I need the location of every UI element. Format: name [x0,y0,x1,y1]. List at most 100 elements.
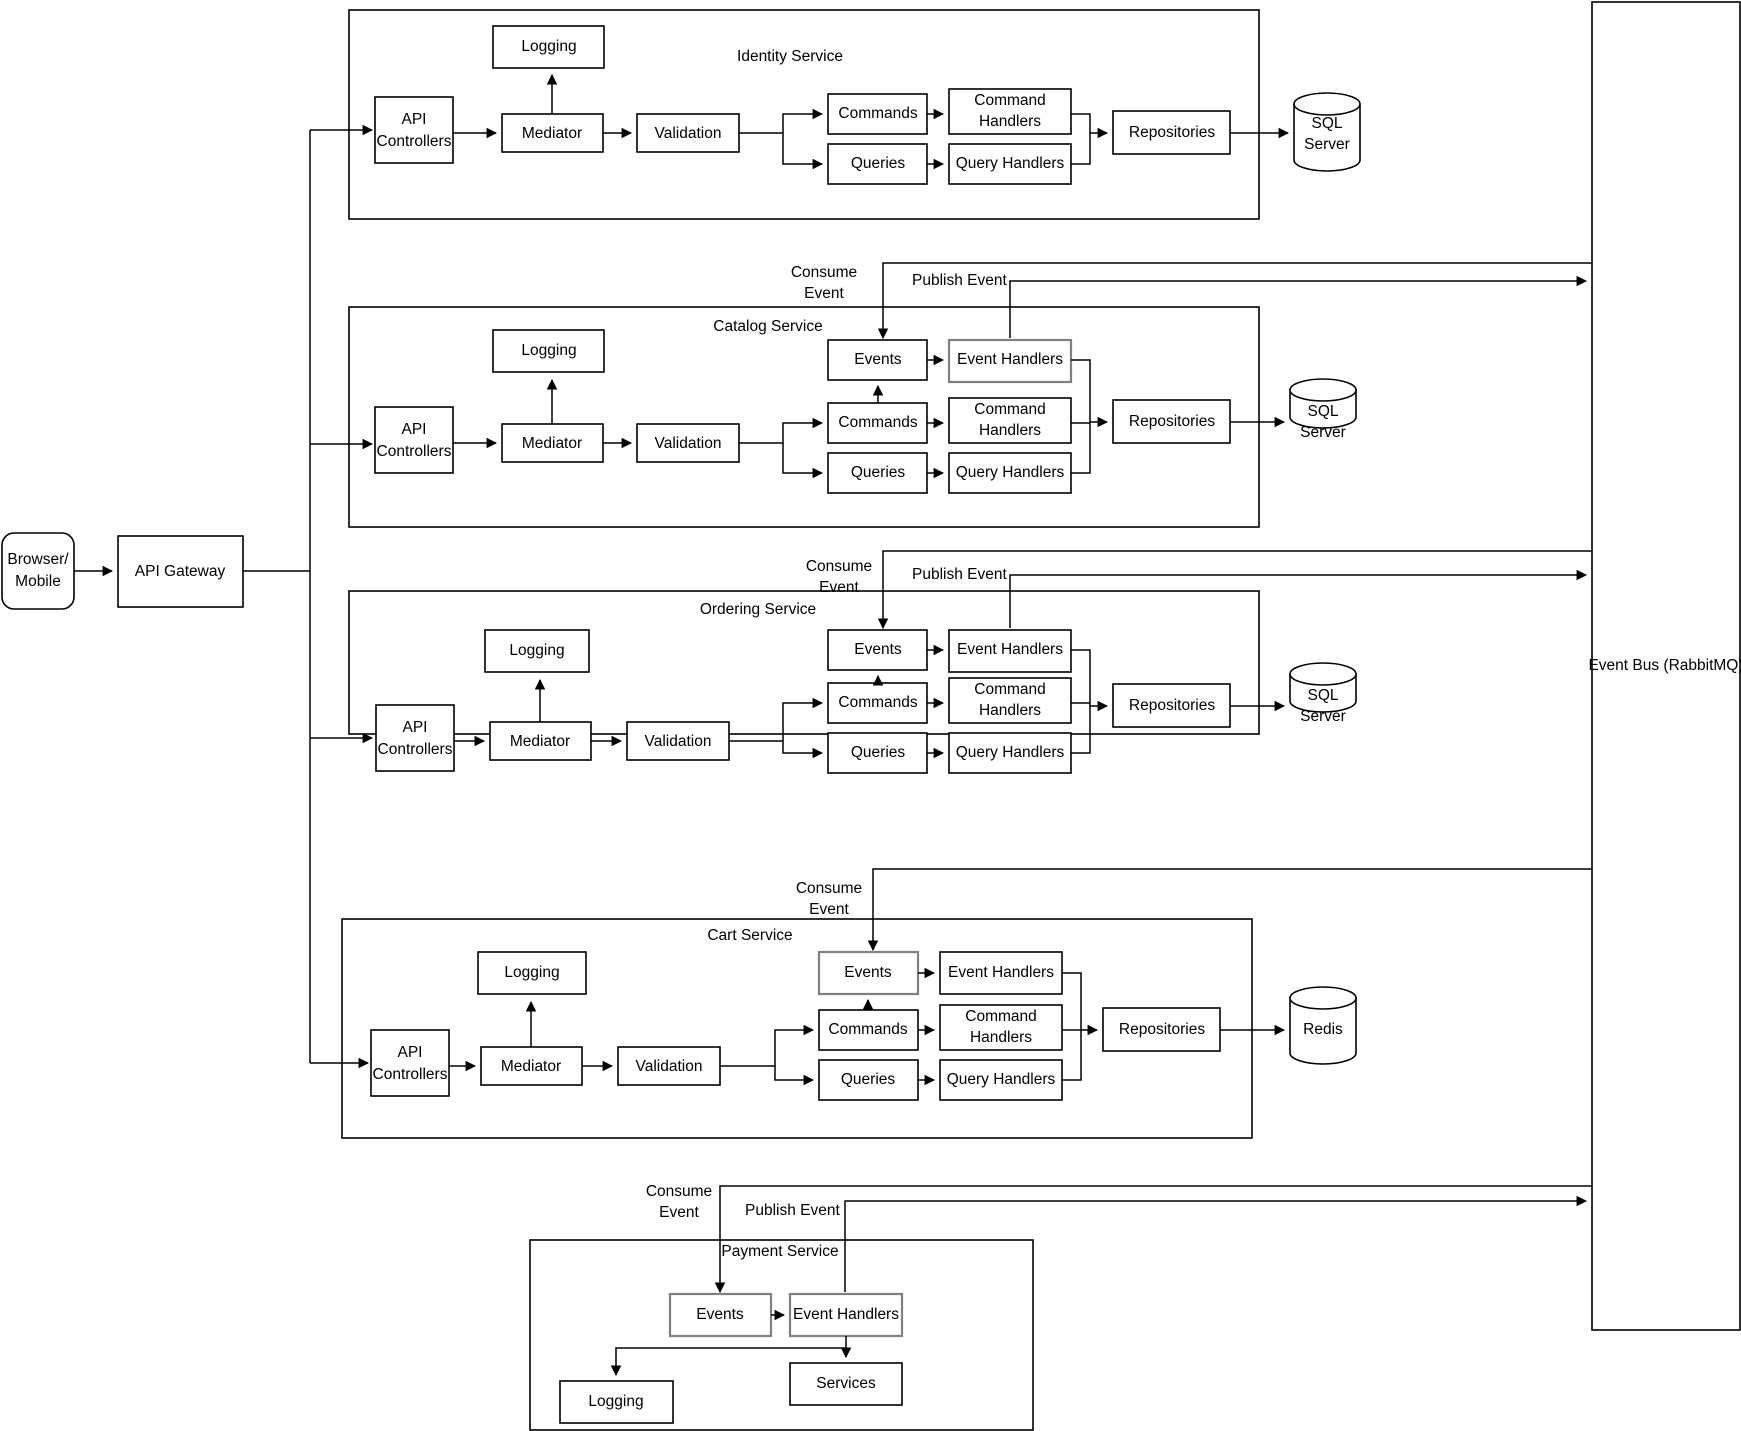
catalog-queries-label: Queries [851,464,906,481]
catalog-consume-event-line1: Consume [791,264,857,281]
payment-service-group[interactable]: Payment Service Consume Event Publish Ev… [529,1183,1592,1431]
cart-command-handlers-line2: Handlers [970,1029,1032,1046]
browser-mobile-label-line2: Mobile [15,573,61,590]
edge-catalog-event-handlers-to-repositories [1071,359,1109,428]
identity-queries-label: Queries [851,155,906,172]
event-bus-label: Event Bus (RabbitMQ) [1588,657,1741,674]
ordering-command-handlers-line2: Handlers [979,702,1041,719]
ordering-sql-server-line1: SQL [1307,687,1338,704]
edge-bus-to-payment-events [714,1185,1592,1294]
ordering-query-handlers-label: Query Handlers [956,744,1065,761]
catalog-validation-label: Validation [655,435,722,452]
catalog-logging-label: Logging [521,342,576,359]
cart-queries-label: Queries [841,1071,896,1088]
payment-publish-event-label: Publish Event [745,1202,840,1219]
cart-event-handlers-label: Event Handlers [948,964,1054,981]
cart-service-group[interactable]: Cart Service Consume Event Logging API C… [341,868,1592,1139]
edge-catalog-event-handlers-to-bus [1009,275,1588,338]
catalog-api-controllers-box[interactable] [374,406,454,474]
cart-api-controllers-box[interactable] [370,1029,450,1097]
architecture-diagram: Event Bus (RabbitMQ) Browser/ Mobile API… [1,1,1741,1431]
catalog-sql-server-line1: SQL [1307,403,1338,420]
identity-validation-label: Validation [655,125,722,142]
catalog-event-handlers-label: Event Handlers [957,351,1063,368]
catalog-publish-event-label: Publish Event [912,272,1007,289]
catalog-sql-server-top [1289,378,1357,402]
browser-mobile-box[interactable] [1,532,75,610]
ordering-logging-label: Logging [509,642,564,659]
catalog-repositories-label: Repositories [1129,413,1215,430]
cart-redis-group[interactable]: Redis [1289,986,1357,1065]
cart-api-controllers-line2: Controllers [373,1066,448,1083]
identity-api-controllers-line1: API [402,111,427,128]
ordering-api-controllers-line2: Controllers [378,741,453,758]
catalog-command-handlers-line2: Handlers [979,422,1041,439]
identity-sql-server-top [1293,92,1361,116]
identity-logging-label: Logging [521,38,576,55]
edge-cart-event-handlers-to-repositories [1062,972,1099,1036]
cart-validation-label: Validation [636,1058,703,1075]
cart-redis-label: Redis [1303,1021,1343,1038]
cart-api-controllers-line1: API [398,1044,423,1061]
edge-cart-validation-to-commands [720,1024,815,1067]
catalog-api-controllers-line1: API [402,421,427,438]
ordering-publish-event-label: Publish Event [912,566,1007,583]
identity-api-controllers-box[interactable] [374,96,454,164]
edge-identity-query-handlers-to-repositories [1071,133,1091,165]
ordering-api-controllers-line1: API [403,719,428,736]
identity-commands-label: Commands [838,105,917,122]
identity-repositories-label: Repositories [1129,124,1215,141]
browser-mobile-label-line1: Browser/ [7,551,69,568]
edge-cart-validation-to-queries [774,1066,815,1086]
ordering-repositories-label: Repositories [1129,697,1215,714]
identity-service-group[interactable]: Identity Service Logging API Controllers… [348,9,1361,220]
payment-event-handlers-label: Event Handlers [793,1306,899,1323]
ordering-sql-server-group[interactable]: SQL Server [1289,662,1357,725]
ordering-service-title: Ordering Service [700,601,816,618]
api-gateway-group[interactable]: API Gateway [117,535,244,608]
cart-mediator-label: Mediator [501,1058,561,1075]
ordering-queries-label: Queries [851,744,906,761]
edge-bus-to-cart-events [867,868,1592,952]
identity-mediator-label: Mediator [522,125,582,142]
identity-query-handlers-label: Query Handlers [956,155,1065,172]
ordering-validation-label: Validation [645,733,712,750]
catalog-service-group[interactable]: Catalog Service Consume Event Publish Ev… [348,262,1592,528]
cart-events-label: Events [844,964,892,981]
cart-repositories-label: Repositories [1119,1021,1205,1038]
cart-query-handlers-label: Query Handlers [947,1071,1056,1088]
edge-cart-query-handlers-to-repositories [1062,1030,1082,1081]
payment-logging-label: Logging [588,1393,643,1410]
ordering-event-handlers-label: Event Handlers [957,641,1063,658]
edge-ordering-validation-to-queries [782,741,824,759]
cart-redis-top [1289,986,1357,1010]
edge-catalog-validation-to-commands [739,417,824,444]
ordering-service-group[interactable]: Ordering Service Consume Event Publish E… [348,550,1592,774]
payment-consume-event-line2: Event [659,1204,699,1221]
identity-sql-server-line1: SQL [1311,115,1342,132]
edge-catalog-query-handlers-to-repositories [1071,422,1091,474]
edge-identity-command-handlers-to-repositories [1071,113,1109,139]
cart-service-title: Cart Service [707,927,792,944]
browser-mobile-group[interactable]: Browser/ Mobile [1,532,75,610]
edge-ordering-validation-to-commands [729,697,824,742]
catalog-commands-label: Commands [838,414,917,431]
cart-consume-event-line2: Event [809,901,849,918]
catalog-api-controllers-line2: Controllers [377,443,452,460]
identity-command-handlers-line2: Handlers [979,113,1041,130]
payment-consume-event-line1: Consume [646,1183,712,1200]
payment-services-label: Services [816,1375,876,1392]
payment-events-label: Events [696,1306,744,1323]
edge-catalog-validation-to-queries [782,443,824,479]
identity-sql-server-group[interactable]: SQL Server [1293,92,1361,172]
edge-ordering-event-handlers-to-repositories [1071,649,1109,712]
ordering-api-controllers-box[interactable] [375,704,455,772]
catalog-service-title: Catalog Service [713,318,822,335]
event-bus-group[interactable]: Event Bus (RabbitMQ) [1588,1,1741,1331]
edge-ordering-query-handlers-to-repositories [1071,706,1091,754]
diagram-canvas: Event Bus (RabbitMQ) Browser/ Mobile API… [0,0,1741,1431]
cart-logging-label: Logging [504,964,559,981]
identity-api-controllers-line2: Controllers [377,133,452,150]
catalog-sql-server-group[interactable]: SQL Server [1289,378,1357,441]
api-gateway-label: API Gateway [135,563,226,580]
